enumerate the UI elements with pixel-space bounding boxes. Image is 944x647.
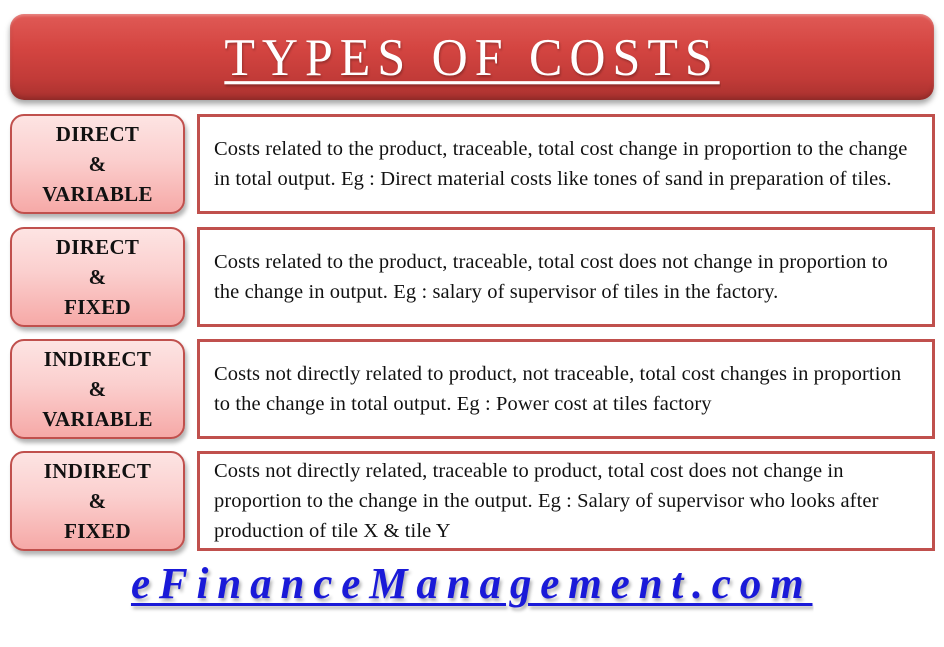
- cost-type-description-box: Costs related to the product, traceable,…: [197, 227, 935, 327]
- label-line: VARIABLE: [42, 182, 153, 206]
- cost-type-label: INDIRECT & VARIABLE: [10, 339, 185, 439]
- cost-type-description-box: Costs not directly related, traceable to…: [197, 451, 935, 551]
- cost-type-row-direct-fixed: DIRECT & FIXED Costs related to the prod…: [0, 227, 944, 329]
- label-line: &: [88, 265, 107, 289]
- label-line: DIRECT: [55, 235, 140, 259]
- label-line: &: [88, 377, 107, 401]
- cost-type-label: DIRECT & FIXED: [10, 227, 185, 327]
- cost-type-label: DIRECT & VARIABLE: [10, 114, 185, 214]
- label-line: FIXED: [64, 295, 131, 319]
- cost-type-row-direct-variable: DIRECT & VARIABLE Costs related to the p…: [0, 114, 944, 216]
- page-title: TYPES OF COSTS: [224, 27, 720, 87]
- title-banner: TYPES OF COSTS: [10, 14, 934, 100]
- cost-type-description: Costs not directly related to product, n…: [214, 363, 902, 415]
- footer: eFinanceManagement.com: [0, 558, 944, 609]
- label-line: FIXED: [64, 519, 131, 543]
- cost-type-row-indirect-variable: INDIRECT & VARIABLE Costs not directly r…: [0, 339, 944, 441]
- site-link[interactable]: eFinanceManagement.com: [131, 558, 813, 609]
- label-line: DIRECT: [55, 122, 140, 146]
- label-line: VARIABLE: [42, 407, 153, 431]
- label-line: &: [88, 152, 107, 176]
- cost-type-description-box: Costs not directly related to product, n…: [197, 339, 935, 439]
- label-line: INDIRECT: [43, 347, 152, 371]
- label-line: INDIRECT: [43, 459, 152, 483]
- cost-type-description: Costs not directly related, traceable to…: [214, 460, 879, 542]
- cost-type-label: INDIRECT & FIXED: [10, 451, 185, 551]
- cost-type-row-indirect-fixed: INDIRECT & FIXED Costs not directly rela…: [0, 451, 944, 553]
- cost-type-description: Costs related to the product, traceable,…: [214, 251, 888, 303]
- cost-type-description-box: Costs related to the product, traceable,…: [197, 114, 935, 214]
- label-line: &: [88, 489, 107, 513]
- cost-type-description: Costs related to the product, traceable,…: [214, 138, 908, 190]
